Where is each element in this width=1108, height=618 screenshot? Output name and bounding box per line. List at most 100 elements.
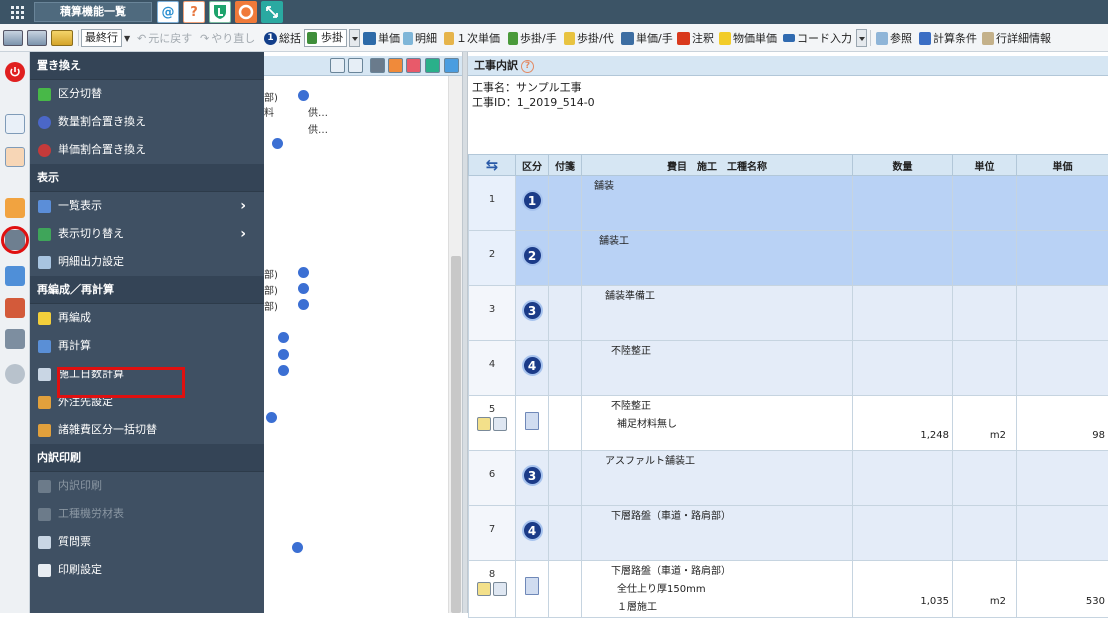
lifebuoy-icon[interactable] (235, 1, 257, 23)
unit-cell[interactable] (953, 286, 1017, 341)
menu-item-suryo-wariai[interactable]: 数量割合置き換え (30, 108, 264, 136)
app-title[interactable]: 積算機能一覧 (34, 2, 152, 22)
fusen-cell[interactable] (549, 451, 582, 506)
gyo-shosai-button[interactable]: 行詳細情報 (982, 29, 1051, 47)
menu-item-saikeisan[interactable]: 再計算 (30, 332, 264, 360)
unit-price-cell[interactable]: 530 (1017, 561, 1108, 618)
refresh-icon[interactable] (425, 58, 440, 73)
tree-fragment[interactable]: 部) (264, 298, 278, 313)
row-number-cell[interactable]: 2 (469, 231, 516, 286)
menu-item-insatsu-settei[interactable]: 印刷設定 (30, 556, 264, 584)
kubun-cell[interactable] (516, 396, 549, 451)
unit-price-cell[interactable] (1017, 231, 1108, 286)
table-row[interactable]: 11舗装 (469, 176, 1108, 231)
row-number-cell[interactable]: 8 (469, 561, 516, 618)
row-number-cell[interactable]: 3 (469, 286, 516, 341)
item-name-cell[interactable]: 不陸整正補足材料無し (582, 396, 853, 451)
bugake-button[interactable]: 歩掛 (304, 29, 360, 47)
fusen-cell[interactable] (549, 231, 582, 286)
shield-icon[interactable] (209, 1, 231, 23)
expand-icon[interactable] (261, 1, 283, 23)
chuki-button[interactable]: 注釈 (677, 29, 714, 47)
help-icon[interactable]: ? (183, 1, 205, 23)
help-icon[interactable]: ? (521, 60, 534, 73)
tree-fragment[interactable]: 部) (264, 89, 278, 104)
unit-price-cell[interactable] (1017, 506, 1108, 561)
unit-price-cell[interactable] (1017, 341, 1108, 396)
row-detail-icon[interactable] (477, 582, 491, 596)
item-name-cell[interactable]: 舗装工 (582, 231, 853, 286)
kubun-cell[interactable]: 1 (516, 176, 549, 231)
folder-icon[interactable] (406, 58, 421, 73)
header-fusen[interactable]: 付箋 (549, 155, 582, 176)
menu-item-kubun-kirikae[interactable]: 区分切替 (30, 80, 264, 108)
table-row[interactable]: 74下層路盤（車道・路肩部） (469, 506, 1108, 561)
unit-cell[interactable] (953, 231, 1017, 286)
export-icon[interactable] (5, 266, 25, 286)
flag-icon[interactable] (330, 58, 345, 73)
delete-row-icon[interactable] (3, 29, 23, 47)
kubun-cell[interactable] (516, 561, 549, 618)
menu-item-saihensei[interactable]: 再編成 (30, 304, 264, 332)
header-tanka[interactable]: 単価 (1017, 155, 1108, 176)
row-detail-icon[interactable] (477, 417, 491, 431)
tree-scrollbar[interactable] (448, 76, 462, 613)
bukken-tanka-button[interactable]: 物価単価 (719, 29, 777, 47)
table-row[interactable]: 44不陸整正 (469, 341, 1108, 396)
keisan-joken-button[interactable]: 計算条件 (919, 29, 977, 47)
unit-price-cell[interactable] (1017, 286, 1108, 341)
table-row[interactable]: 22 舗装工 (469, 231, 1108, 286)
sokatsu-button[interactable]: 1総括 (264, 29, 301, 47)
unit-cell[interactable]: m2 (953, 396, 1017, 451)
tanka-button[interactable]: 単価 (363, 29, 400, 47)
undo-button[interactable]: ↶元に戻す (137, 29, 192, 47)
item-name-cell[interactable]: 下層路盤（車道・路肩部） (582, 506, 853, 561)
fusen-cell[interactable] (549, 341, 582, 396)
row-number-cell[interactable]: 7 (469, 506, 516, 561)
folder-open-icon[interactable] (388, 58, 403, 73)
unit-cell[interactable]: m2 (953, 561, 1017, 618)
meisai-button[interactable]: 明細 (403, 29, 437, 47)
item-name-cell[interactable]: 舗装準備工 (582, 286, 853, 341)
table-row[interactable]: 5不陸整正補足材料無し1,248m298 (469, 396, 1108, 451)
power-icon[interactable] (5, 62, 25, 82)
mode-select[interactable]: 最終行 (81, 29, 122, 47)
print-icon[interactable] (5, 329, 25, 349)
at-icon[interactable]: @ (157, 1, 179, 23)
table-row[interactable]: 8下層路盤（車道・路肩部）全仕上り厚150mm１層施工1,035m2530 (469, 561, 1108, 618)
tree-fragment[interactable]: 供… (308, 121, 328, 136)
fusen-cell[interactable] (549, 561, 582, 618)
menu-item-shitsumonhyo[interactable]: 質問票 (30, 528, 264, 556)
tree-fragment[interactable]: 部) (264, 282, 278, 297)
redo-button[interactable]: ↷やり直し (200, 29, 255, 47)
menu-item-hyoji-kirikae[interactable]: 表示切り替え› (30, 220, 264, 248)
menu-item-koshu-kirozai[interactable]: 工種機労材表 (30, 500, 264, 528)
header-tani[interactable]: 単位 (953, 155, 1017, 176)
unit-cell[interactable] (953, 341, 1017, 396)
bugake-te-button[interactable]: 歩掛/手 (508, 29, 557, 47)
mode-select-arrow[interactable]: ▼ (124, 29, 130, 47)
tools-icon[interactable] (5, 298, 25, 318)
kubun-cell[interactable]: 4 (516, 341, 549, 396)
tree-fragment[interactable]: 部) (264, 266, 278, 281)
fusen-cell[interactable] (549, 286, 582, 341)
code-input-button[interactable]: コード入力 (783, 29, 867, 47)
row-note-icon[interactable] (493, 582, 507, 596)
item-name-cell[interactable]: アスファルト舗装工 (582, 451, 853, 506)
tree-view-icon[interactable] (5, 114, 25, 134)
tree-scrollbar-thumb[interactable] (451, 256, 461, 613)
quantity-cell[interactable] (853, 451, 953, 506)
bugake-dai-button[interactable]: 歩掛/代 (564, 29, 614, 47)
kubun-cell[interactable]: 3 (516, 286, 549, 341)
kubun-cell[interactable]: 2 (516, 231, 549, 286)
menu-item-ichiran-hyoji[interactable]: 一覧表示› (30, 192, 264, 220)
gear-icon[interactable] (5, 364, 25, 384)
unit-price-cell[interactable]: 98 (1017, 396, 1108, 451)
fusen-cell[interactable] (549, 176, 582, 231)
fusen-cell[interactable] (549, 506, 582, 561)
row-note-icon[interactable] (493, 417, 507, 431)
quantity-cell[interactable]: 1,035 (853, 561, 953, 618)
unit-price-cell[interactable] (1017, 451, 1108, 506)
swap-columns-icon[interactable]: ⇆ (469, 155, 516, 176)
item-name-cell[interactable]: 不陸整正 (582, 341, 853, 396)
